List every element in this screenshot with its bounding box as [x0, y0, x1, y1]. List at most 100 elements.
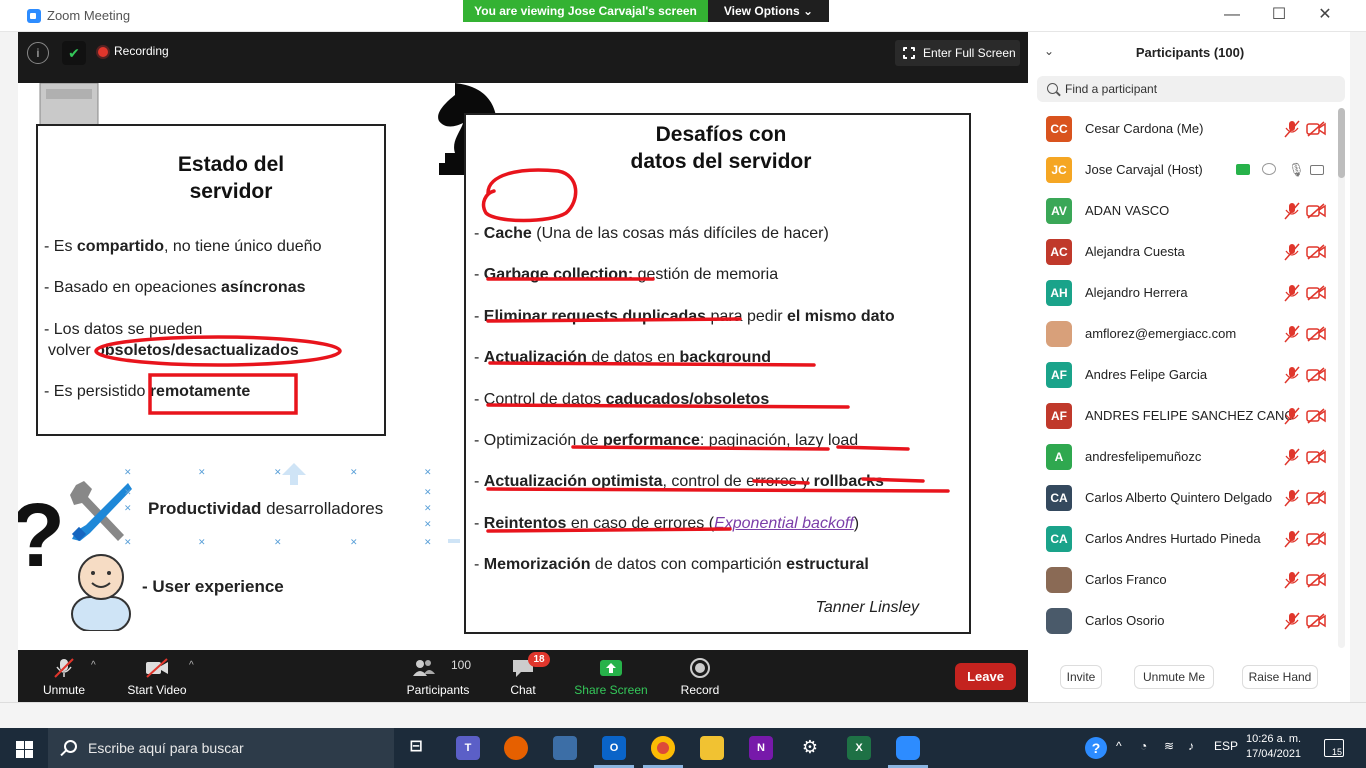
participant-row[interactable]: Carlos Franco	[1030, 559, 1335, 600]
video-off-icon	[1306, 121, 1326, 137]
start-video-button[interactable]: Start Video	[122, 650, 192, 702]
record-button[interactable]: Record	[678, 650, 722, 702]
muted-mic-icon	[1284, 243, 1300, 261]
volume-icon[interactable]: ♪	[1188, 739, 1194, 753]
muted-mic-icon	[1284, 530, 1300, 548]
avatar: AF	[1046, 403, 1072, 429]
muted-mic-icon	[1284, 120, 1300, 138]
taskbar-clock[interactable]: 10:26 a. m. 17/04/2021	[1246, 732, 1301, 762]
svg-text:✕: ✕	[424, 538, 432, 547]
muted-mic-icon	[54, 658, 74, 678]
svg-text:✕: ✕	[198, 468, 206, 478]
outlook-icon[interactable]: O	[602, 736, 626, 760]
participant-name: Alejandra Cuesta	[1085, 244, 1185, 259]
raise-hand-button[interactable]: Raise Hand	[1242, 665, 1318, 689]
participant-row[interactable]: AH Alejandro Herrera	[1030, 272, 1335, 313]
share-screen-icon	[600, 660, 622, 676]
video-options-caret-icon[interactable]: ^	[189, 660, 194, 671]
participants-scrollbar[interactable]	[1338, 108, 1345, 648]
view-options-button[interactable]: View Options ⌄	[708, 0, 829, 22]
network-icon[interactable]: ◔	[1140, 739, 1147, 753]
share-screen-button[interactable]: Share Screen	[573, 650, 649, 702]
notifications-icon[interactable]: 15	[1324, 739, 1344, 757]
left-bullet: volver obsoletos/desactualizados	[48, 342, 299, 359]
scrollbar-thumb[interactable]	[1338, 108, 1345, 178]
muted-mic-icon	[1284, 407, 1300, 425]
record-icon	[690, 658, 710, 678]
avatar: A	[1046, 444, 1072, 470]
file-explorer-icon[interactable]	[700, 736, 724, 760]
onenote-icon[interactable]: N	[749, 736, 773, 760]
muted-mic-icon	[1284, 571, 1300, 589]
unmute-button[interactable]: Unmute	[32, 650, 96, 702]
participants-list: CC Cesar Cardona (Me) JC Jose Carvajal (Hos…	[1030, 108, 1335, 648]
firefox-icon[interactable]	[504, 736, 528, 760]
participant-row[interactable]: Aandresfelipemuñozc	[1030, 436, 1335, 477]
avatar: AV	[1046, 198, 1072, 224]
taskbar-search-input[interactable]	[48, 728, 394, 768]
maximize-icon[interactable]: ☐	[1267, 4, 1291, 26]
slide-author: Tanner Linsley	[815, 599, 919, 616]
chrome-icon[interactable]	[651, 736, 675, 760]
background-desktop-right	[1350, 32, 1366, 728]
participant-row[interactable]: AV ADAN VASCO	[1030, 190, 1335, 231]
right-bullet: - Reintentos en caso de errores (Exponen…	[474, 515, 860, 532]
avatar	[1046, 608, 1072, 634]
avatar	[1046, 321, 1072, 347]
unmute-me-button[interactable]: Unmute Me	[1134, 665, 1214, 689]
chevron-down-icon: ⌄	[803, 4, 814, 18]
start-button[interactable]	[0, 728, 48, 768]
video-off-icon	[1306, 531, 1326, 547]
video-off-icon	[1306, 449, 1326, 465]
svg-text:✕: ✕	[424, 520, 432, 530]
input-language[interactable]: ESP	[1214, 739, 1238, 753]
audio-options-caret-icon[interactable]: ^	[91, 660, 96, 671]
participant-name: andresfelipemuñozc	[1085, 449, 1202, 464]
background-desktop-left	[0, 32, 18, 702]
svg-text:✕: ✕	[274, 538, 282, 547]
fullscreen-label: Enter Full Screen	[923, 46, 1016, 60]
minimize-icon[interactable]: —	[1220, 4, 1244, 26]
zoom-taskbar-icon[interactable]	[896, 736, 920, 760]
participants-panel-title: Participants (100)	[1135, 45, 1245, 60]
info-icon[interactable]: i	[27, 42, 49, 64]
excel-icon[interactable]: X	[847, 736, 871, 760]
participant-row[interactable]: AF ANDRES FELIPE SANCHEZ CANO	[1030, 395, 1335, 436]
participant-row[interactable]: CA Carlos Alberto Quintero Delgado	[1030, 477, 1335, 518]
participant-row[interactable]: AF Andres Felipe Garcia	[1030, 354, 1335, 395]
remote-desktop-icon[interactable]	[553, 736, 577, 760]
settings-gear-icon[interactable]: ⚙	[798, 736, 822, 760]
muted-mic-icon	[1284, 448, 1300, 466]
show-hidden-icons-chevron-icon[interactable]: ^	[1116, 739, 1122, 753]
search-icon	[64, 740, 77, 753]
task-view-icon[interactable]: ⊟	[404, 736, 428, 760]
participant-name: Carlos Andres Hurtado Pineda	[1085, 531, 1261, 546]
participant-name: ADAN VASCO	[1085, 203, 1170, 218]
help-icon[interactable]: ?	[1085, 737, 1107, 759]
find-participant-input[interactable]	[1037, 76, 1345, 102]
windows-taskbar: ⊟ T O N ⚙ X ? ^ ◔ ≋ ♪ ESP 10:26 a. m. 17…	[0, 728, 1366, 768]
share-indicator-icon	[1236, 164, 1250, 175]
participant-row[interactable]: Carlos Osorio	[1030, 600, 1335, 641]
participant-row[interactable]: AC Alejandra Cuesta	[1030, 231, 1335, 272]
participants-button[interactable]: 100 Participants	[404, 650, 472, 702]
svg-text:✕: ✕	[274, 468, 282, 478]
participant-name: amflorez@emergiacc.com	[1085, 326, 1237, 341]
enter-fullscreen-button[interactable]: Enter Full Screen	[895, 40, 1020, 66]
avatar: CC	[1046, 116, 1072, 142]
participant-row[interactable]: CA Carlos Andres Hurtado Pineda	[1030, 518, 1335, 559]
close-icon[interactable]: ✕	[1313, 4, 1337, 26]
participant-row[interactable]: amflorez@emergiacc.com	[1030, 313, 1335, 354]
participants-label: Participants	[406, 683, 470, 697]
right-bullet: - Control de datos caducados/obsoletos	[474, 391, 770, 408]
participant-row[interactable]: CC Cesar Cardona (Me)	[1030, 108, 1335, 149]
video-off-icon	[1306, 367, 1326, 383]
shield-icon[interactable]: ✔	[62, 41, 86, 65]
exponential-backoff-link[interactable]: Exponential backoff	[714, 515, 854, 532]
leave-button[interactable]: Leave	[955, 663, 1016, 690]
participant-row[interactable]: JC Jose Carvajal (Host) 🎙	[1030, 149, 1335, 190]
invite-button[interactable]: Invite	[1060, 665, 1102, 689]
teams-icon[interactable]: T	[456, 736, 480, 760]
left-bullet: - Es persistido remotamente	[44, 383, 251, 400]
wifi-icon[interactable]: ≋	[1164, 739, 1174, 753]
